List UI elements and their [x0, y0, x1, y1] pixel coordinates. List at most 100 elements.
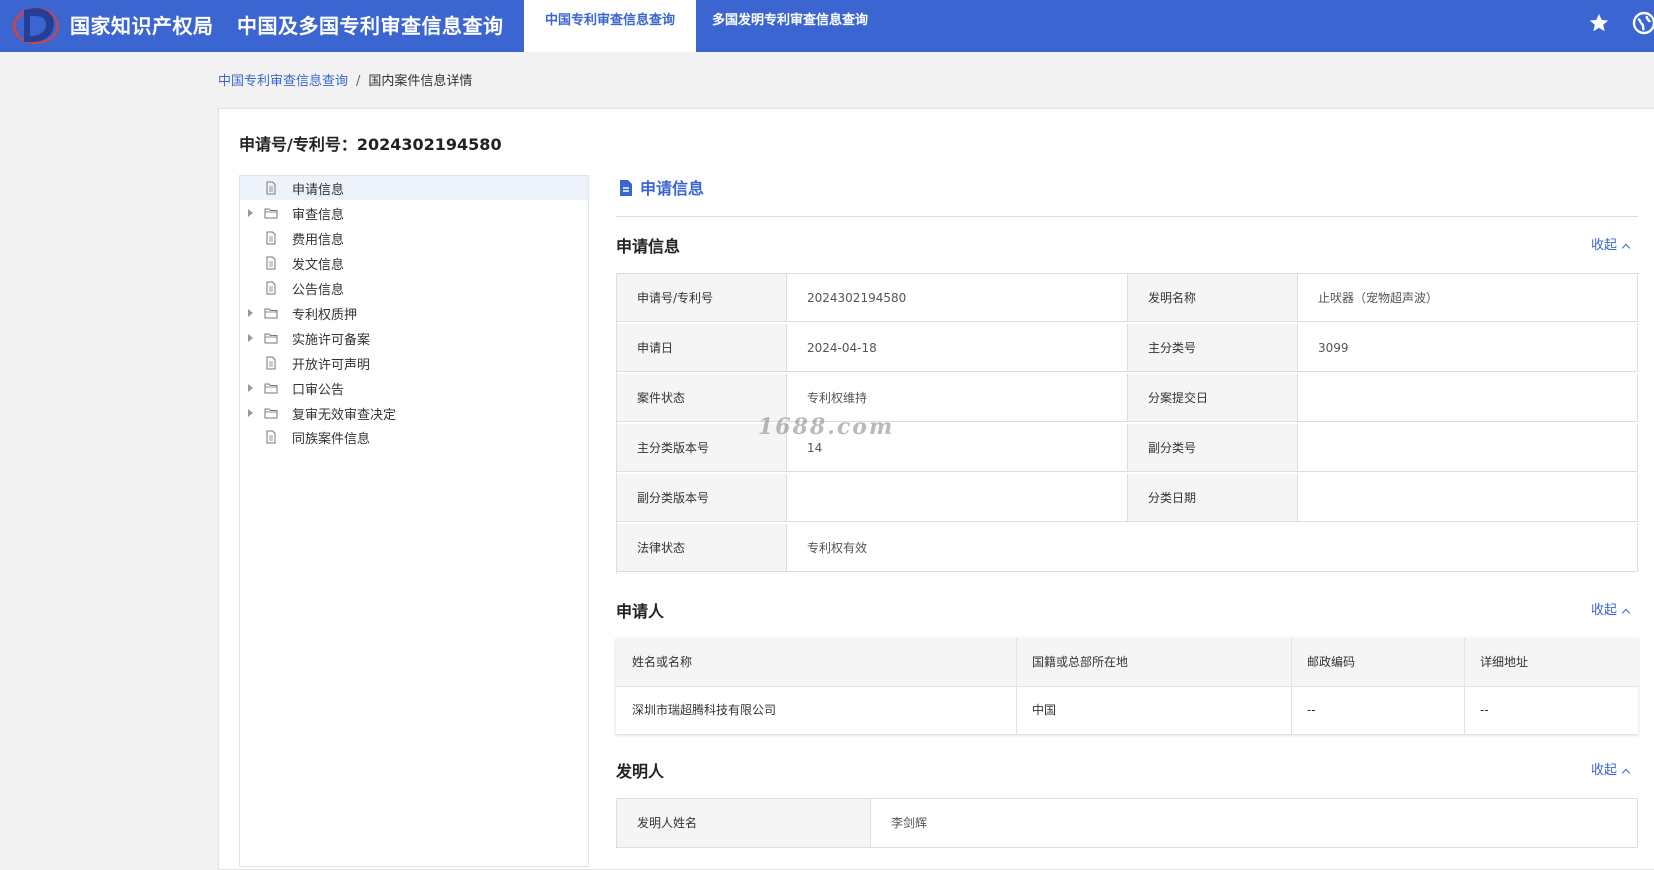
brand-org: 国家知识产权局	[70, 14, 214, 38]
value-sub-class	[1298, 424, 1638, 472]
expand-arrow-icon[interactable]	[248, 209, 253, 217]
folder-icon	[264, 208, 278, 219]
label-division-date: 分案提交日	[1128, 374, 1298, 422]
value-legal-status: 专利权有效	[787, 524, 1638, 572]
value-main-class: 3099	[1298, 324, 1638, 372]
tab-multi-country-query[interactable]: 多国发明专利审查信息查询	[712, 0, 868, 42]
globe-icon[interactable]	[1632, 11, 1654, 35]
expand-arrow-icon[interactable]	[248, 409, 253, 417]
breadcrumb-current: 国内案件信息详情	[368, 74, 473, 89]
label-invention-name: 发明名称	[1128, 274, 1298, 322]
top-bar: 国家知识产权局 中国及多国专利审查信息查询 中国专利审查信息查询 多国发明专利审…	[0, 0, 1654, 52]
divider	[616, 216, 1638, 217]
folder-icon	[264, 333, 278, 344]
folder-icon	[264, 383, 278, 394]
column-header-address: 详细地址	[1480, 655, 1529, 669]
tree-item-announcement-info[interactable]: 公告信息	[240, 276, 588, 300]
tree-item-oral-hearing[interactable]: 口审公告	[240, 376, 588, 400]
chevron-up-icon	[1621, 768, 1631, 778]
expand-arrow-icon[interactable]	[248, 384, 253, 392]
value-sub-class-version	[787, 474, 1128, 522]
label-sub-class: 副分类号	[1128, 424, 1298, 472]
watermark: 1688.com	[758, 414, 895, 440]
tree-item-label: 专利权质押	[292, 308, 358, 323]
brand-app: 中国及多国专利审查信息查询	[237, 14, 504, 38]
inventor-grid: 发明人姓名 李剑辉	[616, 798, 1638, 848]
value-division-date	[1298, 374, 1638, 422]
tree-item-label: 复审无效审查决定	[292, 408, 397, 423]
applicant-postcode: --	[1307, 703, 1316, 717]
chevron-up-icon	[1621, 608, 1631, 618]
document-icon	[620, 180, 632, 196]
label-main-class: 主分类号	[1128, 324, 1298, 372]
tree-item-label: 申请信息	[292, 183, 345, 198]
file-icon	[266, 181, 276, 195]
page-title: 申请号/专利号：2024302194580	[239, 135, 502, 154]
star-icon[interactable]	[1588, 12, 1610, 34]
app-info-collapse-button[interactable]: 收起	[1591, 234, 1631, 253]
applicant-nationality: 中国	[1032, 703, 1057, 717]
nav-tree: 申请信息 审查信息 费用信息 发文信息 公告信息 专利权质押 实施许可备案 开放…	[239, 175, 589, 867]
section-title: 申请信息	[640, 179, 705, 198]
applicant-address: --	[1480, 703, 1489, 717]
collapse-label: 收起	[1591, 238, 1618, 253]
tree-item-label: 口审公告	[292, 383, 345, 398]
inventor-collapse-button[interactable]: 收起	[1591, 759, 1631, 778]
tree-item-application-info[interactable]: 申请信息	[240, 176, 588, 200]
file-icon	[266, 256, 276, 270]
table-row: 深圳市瑞超腾科技有限公司 中国 -- --	[616, 686, 1638, 734]
applicant-table: 姓名或名称 国籍或总部所在地 邮政编码 详细地址 深圳市瑞超腾科技有限公司 中国…	[616, 638, 1638, 734]
tree-item-label: 审查信息	[292, 208, 345, 223]
tree-item-label: 实施许可备案	[292, 333, 371, 348]
value-app-date: 2024-04-18	[787, 324, 1128, 372]
table-header-row: 姓名或名称 国籍或总部所在地 邮政编码 详细地址	[616, 638, 1638, 687]
tree-item-family-cases[interactable]: 同族案件信息	[240, 425, 588, 449]
column-header-name: 姓名或名称	[632, 655, 693, 669]
label-legal-status: 法律状态	[617, 524, 787, 572]
tree-item-label: 费用信息	[292, 233, 345, 248]
label-inventor-name: 发明人姓名	[617, 799, 871, 847]
tree-item-label: 开放许可声明	[292, 358, 371, 373]
tab-cn-patent-query[interactable]: 中国专利审查信息查询	[524, 0, 696, 52]
inventor-title: 发明人	[616, 762, 665, 781]
applicant-title: 申请人	[616, 602, 665, 621]
tree-item-examination-info[interactable]: 审查信息	[240, 201, 588, 225]
column-header-nationality: 国籍或总部所在地	[1032, 655, 1129, 669]
breadcrumb-separator: /	[356, 74, 361, 89]
breadcrumb: 中国专利审查信息查询 / 国内案件信息详情	[218, 70, 472, 89]
file-icon	[266, 281, 276, 295]
expand-arrow-icon[interactable]	[248, 334, 253, 342]
applicant-collapse-button[interactable]: 收起	[1591, 599, 1631, 618]
column-header-postcode: 邮政编码	[1307, 655, 1356, 669]
tree-item-open-license[interactable]: 开放许可声明	[240, 351, 588, 375]
value-inventor-name: 李剑辉	[891, 816, 928, 830]
chevron-up-icon	[1621, 243, 1631, 253]
tree-item-fee-info[interactable]: 费用信息	[240, 226, 588, 250]
tree-item-reexamination-decision[interactable]: 复审无效审查决定	[240, 401, 588, 425]
label-app-date: 申请日	[617, 324, 787, 372]
tree-item-label: 发文信息	[292, 258, 345, 273]
tree-item-dispatch-info[interactable]: 发文信息	[240, 251, 588, 275]
applicant-name: 深圳市瑞超腾科技有限公司	[632, 703, 777, 717]
value-app-no: 2024302194580	[787, 274, 1128, 322]
collapse-label: 收起	[1591, 603, 1618, 618]
breadcrumb-link-cn-query[interactable]: 中国专利审查信息查询	[218, 74, 348, 89]
file-icon	[266, 430, 276, 444]
folder-icon	[264, 408, 278, 419]
app-info-title: 申请信息	[616, 237, 681, 256]
tree-item-patent-pledge[interactable]: 专利权质押	[240, 301, 588, 325]
column-divider	[1016, 638, 1017, 734]
label-class-date: 分类日期	[1128, 474, 1298, 522]
label-sub-class-version: 副分类版本号	[617, 474, 787, 522]
label-app-no: 申请号/专利号	[617, 274, 787, 322]
cnipa-logo[interactable]	[8, 2, 60, 46]
tree-item-label: 同族案件信息	[292, 432, 371, 447]
expand-arrow-icon[interactable]	[248, 309, 253, 317]
folder-icon	[264, 308, 278, 319]
value-invention-name: 止吠器（宠物超声波）	[1298, 274, 1638, 322]
column-divider	[1291, 638, 1292, 734]
value-class-date	[1298, 474, 1638, 522]
tree-item-license-filing[interactable]: 实施许可备案	[240, 326, 588, 350]
file-icon	[266, 231, 276, 245]
collapse-label: 收起	[1591, 763, 1618, 778]
